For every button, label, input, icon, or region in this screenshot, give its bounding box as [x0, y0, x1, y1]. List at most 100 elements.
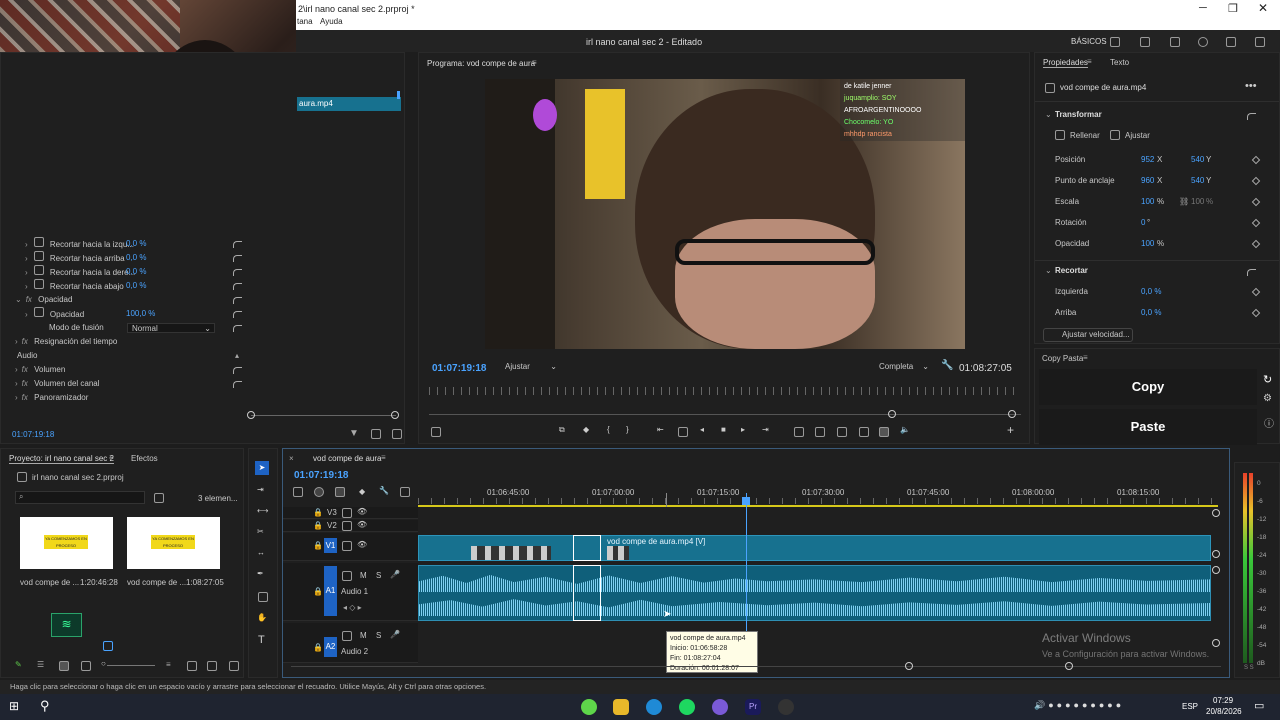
stopwatch-icon[interactable] [33, 251, 44, 261]
meter-solo-buttons[interactable]: S S [1244, 665, 1254, 671]
video-frame[interactable]: de katile jenner juquamplio: SOY AFROARG… [485, 79, 965, 349]
keyframe-icon[interactable] [1251, 197, 1261, 207]
type-icon[interactable]: T [258, 634, 265, 646]
keyframe-icon[interactable] [1251, 155, 1261, 165]
project-search-input[interactable]: ⌕ [15, 491, 145, 504]
zoom-slider[interactable] [107, 665, 155, 666]
notification-icon[interactable]: ▭ [1254, 699, 1264, 712]
copy-pasta-title[interactable]: Copy Pasta [1042, 354, 1083, 363]
selected-clip-v[interactable] [573, 535, 601, 561]
timeline-scroll[interactable] [291, 666, 1221, 667]
keyframe-icon[interactable] [1251, 308, 1261, 318]
reset-icon[interactable] [233, 255, 242, 262]
premiere-icon[interactable]: Pr [745, 699, 761, 715]
program-ruler[interactable] [429, 387, 1021, 395]
panel-menu-icon[interactable]: ≡ [1083, 353, 1088, 362]
search-icon[interactable] [1198, 37, 1208, 47]
keyframe-icon[interactable] [1251, 239, 1261, 249]
menu-help[interactable]: Ayuda [320, 17, 343, 26]
sync-lock-icon[interactable] [342, 541, 352, 551]
stopwatch-icon[interactable] [33, 307, 44, 317]
program-scroll-left[interactable] [888, 410, 896, 418]
reset-icon[interactable] [233, 311, 242, 318]
insert-icon[interactable] [794, 427, 804, 437]
ec-timecode[interactable]: 01:07:19:18 [12, 430, 54, 439]
solo-button[interactable]: S [376, 571, 381, 580]
audio-item-icon[interactable]: ≋ [51, 613, 82, 637]
pen-icon[interactable]: ✒ [257, 569, 264, 578]
lock-icon[interactable]: 🔒 [313, 541, 323, 550]
app-icon-1[interactable] [581, 699, 597, 715]
lift-icon[interactable]: ⧉ [559, 425, 565, 435]
safe-margins-icon[interactable] [678, 427, 688, 437]
zoom-slider-handle[interactable]: ○ [101, 659, 106, 668]
reset-icon[interactable] [233, 381, 242, 388]
close-tab-icon[interactable]: × [289, 454, 294, 463]
sequence-tab[interactable]: vod compe de aura [313, 454, 382, 463]
step-forward-icon[interactable]: ▸ [741, 425, 745, 434]
mute-button[interactable]: M [360, 631, 367, 640]
play-only-icon[interactable] [371, 429, 381, 439]
lock-icon[interactable]: 🔒 [313, 508, 323, 517]
stopwatch-icon[interactable] [33, 279, 44, 289]
more-icon[interactable]: ••• [1245, 80, 1257, 92]
tray-icons[interactable]: 🔊●●●●●●●●● [1034, 700, 1124, 711]
stop-icon[interactable]: ■ [721, 425, 726, 434]
info-icon[interactable]: ⓘ [1264, 415, 1274, 430]
input-language[interactable]: ESP [1182, 702, 1198, 711]
vscroll-handle-1[interactable] [1212, 509, 1220, 517]
reset-icon[interactable] [233, 283, 242, 290]
razor-icon[interactable]: ✂ [257, 527, 264, 536]
mark-in-icon[interactable]: { [607, 425, 610, 434]
reset-icon[interactable] [233, 325, 242, 332]
freeform-view-icon[interactable] [81, 661, 91, 671]
mute-button[interactable]: M [360, 571, 367, 580]
blend-select[interactable]: Normal ⌄ [127, 323, 215, 333]
multicam-icon[interactable] [879, 427, 889, 437]
new-bin-icon[interactable] [207, 661, 217, 671]
go-to-in-icon[interactable]: ⇤ [657, 425, 664, 434]
slip-icon[interactable]: ↔ [257, 548, 265, 557]
share-icon[interactable] [1140, 37, 1150, 47]
settings-wrench-icon[interactable]: 🔧 [379, 486, 389, 495]
collapse-icon[interactable]: ▴ [235, 349, 239, 363]
obs-icon[interactable] [778, 699, 794, 715]
work-area-bar[interactable] [418, 505, 1218, 507]
taskbar-search-icon[interactable]: ⚲ [40, 698, 50, 714]
project-item-name-2[interactable]: vod compe de ... [127, 578, 186, 587]
reset-icon[interactable] [233, 269, 242, 276]
hand-icon[interactable]: ✋ [257, 613, 267, 622]
mic-icon[interactable]: 🎤 [390, 570, 400, 579]
program-scroll-right[interactable] [1008, 410, 1016, 418]
crop-chevron-icon[interactable]: ⌄ [1045, 266, 1052, 275]
selected-clip-a[interactable] [573, 565, 601, 621]
keyframe-icon[interactable] [1251, 176, 1261, 186]
add-marker-icon[interactable]: ◆ [359, 487, 365, 496]
automate-icon[interactable] [187, 661, 197, 671]
gear-icon[interactable]: ⚙ [1263, 393, 1272, 404]
sync-lock-icon[interactable] [342, 631, 352, 641]
volume-icon[interactable] [1226, 37, 1236, 47]
nest-icon[interactable] [293, 487, 303, 497]
panel-menu-icon[interactable]: ≡ [1087, 57, 1092, 66]
timeline-scroll-right[interactable] [1065, 662, 1073, 670]
program-timecode[interactable]: 01:07:19:18 [432, 363, 486, 374]
ec-channel-volume[interactable]: › fx Volumen del canal [11, 377, 401, 391]
ec-zoom-bar[interactable] [251, 415, 396, 416]
list-view-icon[interactable]: ☰ [37, 660, 44, 669]
fit-icon[interactable] [1110, 130, 1120, 140]
eye-icon[interactable]: 👁 [357, 507, 367, 516]
eye-icon[interactable]: 👁 [357, 520, 367, 529]
clock-time[interactable]: 07:29 [1213, 696, 1233, 705]
new-bin-icon[interactable] [154, 493, 164, 503]
track-select-icon[interactable]: ⇥ [257, 485, 264, 494]
program-title[interactable]: Programa: vod compe de aura [427, 59, 535, 68]
step-back-icon[interactable]: ◂ [700, 425, 704, 434]
panel-menu-icon[interactable]: ≡ [381, 453, 386, 462]
folder-icon[interactable] [613, 699, 629, 715]
fullscreen-icon[interactable] [1255, 37, 1265, 47]
project-item-name-1[interactable]: vod compe de ... [20, 578, 79, 587]
keyframe-nav-icon[interactable]: ◂ ◇ ▸ [343, 603, 362, 612]
video-clip-v1[interactable]: vod compe de aura.mp4 [V] [418, 535, 1211, 561]
go-to-out-icon[interactable]: ⇥ [762, 425, 769, 434]
